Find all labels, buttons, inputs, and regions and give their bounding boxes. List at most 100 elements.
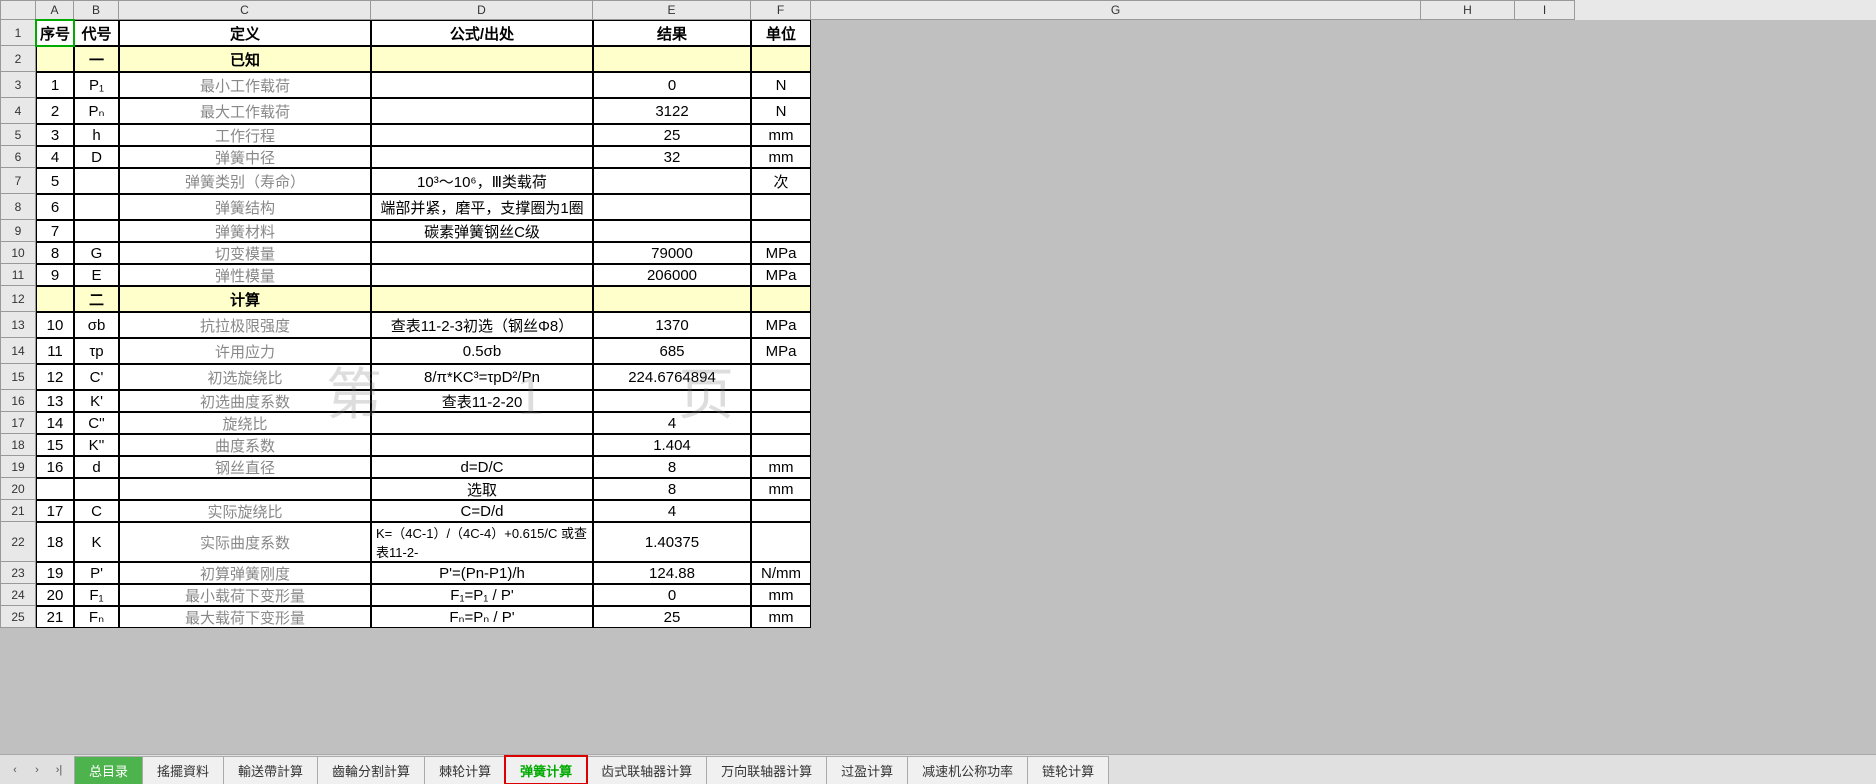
row-header-3[interactable]: 3 [0,72,36,98]
cell-D9[interactable]: 碳素弹簧钢丝C级 [371,220,593,242]
row-header-2[interactable]: 2 [0,46,36,72]
cell-C2[interactable]: 已知 [119,46,371,72]
cell-F13[interactable]: MPa [751,312,811,338]
cell-I3[interactable] [1515,72,1575,98]
cell-I4[interactable] [1515,98,1575,124]
cell-C22[interactable]: 实际曲度系数 [119,522,371,562]
cell-D19[interactable]: d=D/C [371,456,593,478]
cell-H20[interactable] [1421,478,1515,500]
cell-F7[interactable]: 次 [751,168,811,194]
row-header-19[interactable]: 19 [0,456,36,478]
cell-B2[interactable]: 一 [74,46,119,72]
cell-F18[interactable] [751,434,811,456]
cell-E7[interactable] [593,168,751,194]
cell-H16[interactable] [1421,390,1515,412]
cell-I7[interactable] [1515,168,1575,194]
cell-B11[interactable]: E [74,264,119,286]
cell-H17[interactable] [1421,412,1515,434]
cell-F12[interactable] [751,286,811,312]
cell-E4[interactable]: 3122 [593,98,751,124]
cell-F20[interactable]: mm [751,478,811,500]
cell-H23[interactable] [1421,562,1515,584]
cell-A4[interactable]: 2 [36,98,74,124]
cell-H19[interactable] [1421,456,1515,478]
cell-D3[interactable] [371,72,593,98]
cell-B25[interactable]: Fₙ [74,606,119,628]
cell-A14[interactable]: 11 [36,338,74,364]
cell-C21[interactable]: 实际旋绕比 [119,500,371,522]
cell-H15[interactable] [1421,364,1515,390]
row-header-16[interactable]: 16 [0,390,36,412]
cell-C1[interactable]: 定义 [119,20,371,46]
cell-I23[interactable] [1515,562,1575,584]
cell-E3[interactable]: 0 [593,72,751,98]
cell-E17[interactable]: 4 [593,412,751,434]
cell-A6[interactable]: 4 [36,146,74,168]
cell-A9[interactable]: 7 [36,220,74,242]
cell-G6[interactable] [811,146,1421,168]
row-header-18[interactable]: 18 [0,434,36,456]
cell-G20[interactable] [811,478,1421,500]
col-header-F[interactable]: F [751,0,811,20]
cell-C23[interactable]: 初算弹簧刚度 [119,562,371,584]
cell-E5[interactable]: 25 [593,124,751,146]
cell-F17[interactable] [751,412,811,434]
cell-A10[interactable]: 8 [36,242,74,264]
cell-H8[interactable] [1421,194,1515,220]
sheet-tab-5[interactable]: 弹簧计算 [505,756,587,784]
sheet-tab-1[interactable]: 搖擺資料 [142,756,224,784]
cell-C6[interactable]: 弹簧中径 [119,146,371,168]
cell-F2[interactable] [751,46,811,72]
cell-B15[interactable]: C' [74,364,119,390]
cell-G16[interactable] [811,390,1421,412]
cell-D10[interactable] [371,242,593,264]
cell-H14[interactable] [1421,338,1515,364]
sheet-tab-2[interactable]: 輸送帶計算 [223,756,318,784]
cell-D7[interactable]: 10³～10⁶，Ⅲ类载荷 [371,168,593,194]
cell-G2[interactable] [811,46,1421,72]
col-header-G[interactable]: G [811,0,1421,20]
cell-C17[interactable]: 旋绕比 [119,412,371,434]
cell-B7[interactable] [74,168,119,194]
cell-A23[interactable]: 19 [36,562,74,584]
sheet-tab-9[interactable]: 减速机公称功率 [907,756,1028,784]
cell-G14[interactable] [811,338,1421,364]
cell-G23[interactable] [811,562,1421,584]
cell-B1[interactable]: 代号 [74,20,119,46]
cell-G24[interactable] [811,584,1421,606]
cell-H11[interactable] [1421,264,1515,286]
cell-F16[interactable] [751,390,811,412]
cell-E14[interactable]: 685 [593,338,751,364]
cell-F5[interactable]: mm [751,124,811,146]
cell-G22[interactable] [811,522,1421,562]
cell-F14[interactable]: MPa [751,338,811,364]
cell-I9[interactable] [1515,220,1575,242]
cell-A25[interactable]: 21 [36,606,74,628]
cell-G4[interactable] [811,98,1421,124]
row-header-25[interactable]: 25 [0,606,36,628]
select-all-corner[interactable] [0,0,36,20]
sheet-tab-3[interactable]: 齒輪分割計算 [317,756,425,784]
cell-G17[interactable] [811,412,1421,434]
cell-A3[interactable]: 1 [36,72,74,98]
cell-B3[interactable]: P₁ [74,72,119,98]
sheet-tab-4[interactable]: 棘轮计算 [424,756,506,784]
sheet-tab-7[interactable]: 万向联轴器计算 [706,756,827,784]
cell-D21[interactable]: C=D/d [371,500,593,522]
row-header-23[interactable]: 23 [0,562,36,584]
cell-C19[interactable]: 钢丝直径 [119,456,371,478]
row-header-1[interactable]: 1 [0,20,36,46]
cell-H9[interactable] [1421,220,1515,242]
cell-G13[interactable] [811,312,1421,338]
cells-grid[interactable]: 第 1 页 序号代号定义公式/出处结果单位一已知1P₁最小工作载荷0N2Pₙ最大… [36,20,1575,628]
cell-E23[interactable]: 124.88 [593,562,751,584]
cell-A13[interactable]: 10 [36,312,74,338]
cell-D25[interactable]: Fₙ=Pₙ / P' [371,606,593,628]
cell-F3[interactable]: N [751,72,811,98]
cell-D23[interactable]: P'=(Pn-P1)/h [371,562,593,584]
cell-D11[interactable] [371,264,593,286]
cell-C15[interactable]: 初选旋绕比 [119,364,371,390]
col-header-B[interactable]: B [74,0,119,20]
row-header-8[interactable]: 8 [0,194,36,220]
row-header-24[interactable]: 24 [0,584,36,606]
